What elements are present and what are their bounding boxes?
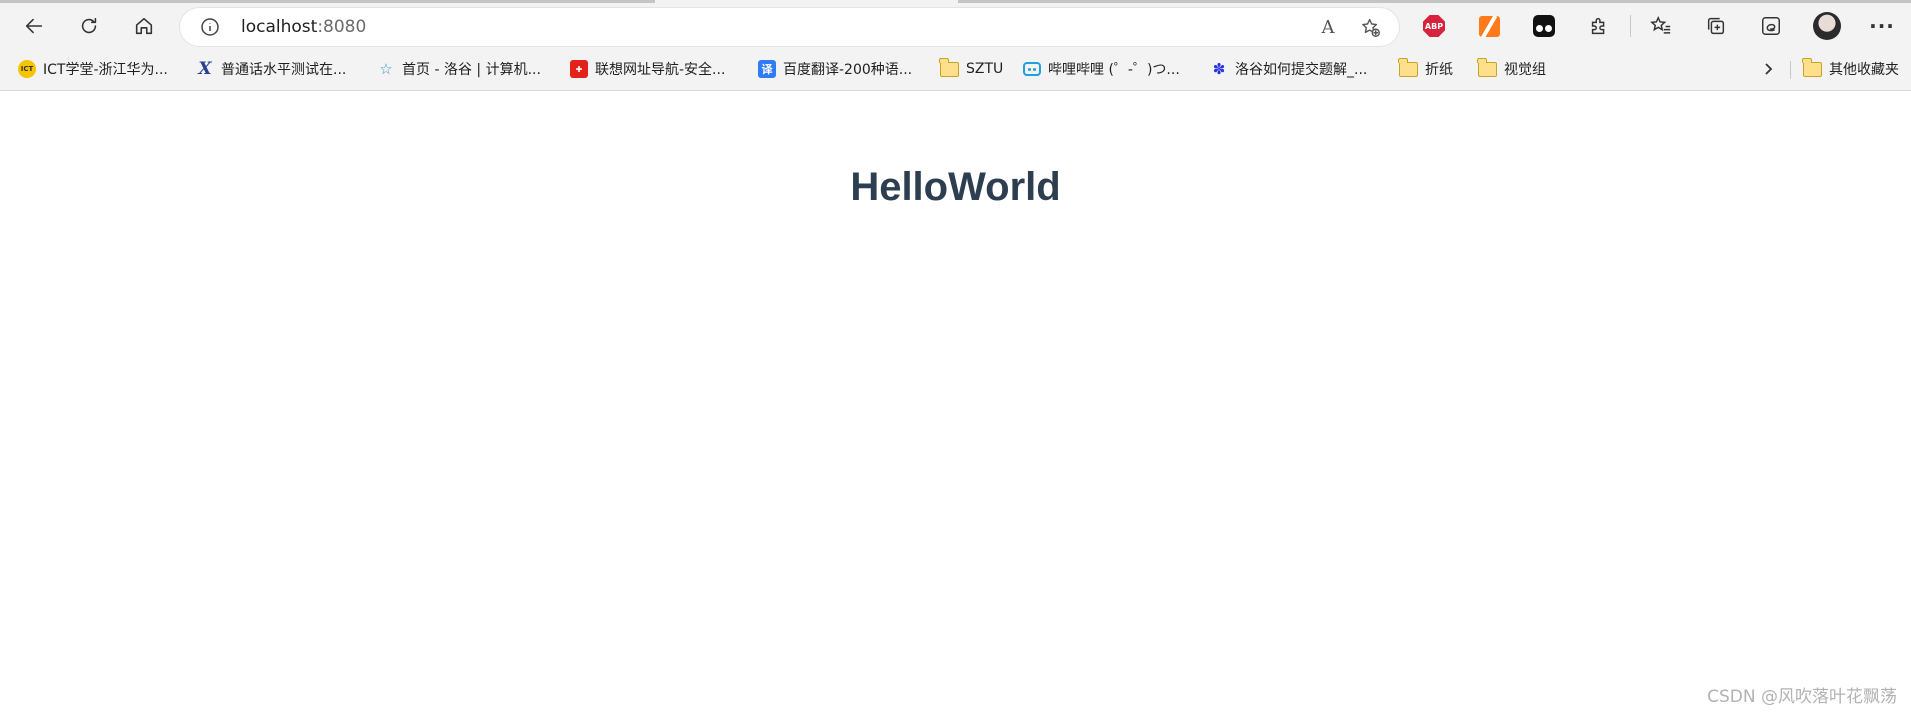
bookmark-label: 联想网址导航-安全... (595, 62, 726, 78)
orange-extension-icon (1478, 15, 1500, 37)
profile-button[interactable] (1812, 11, 1842, 41)
bookmark-label: 普通话水平测试在... (221, 62, 347, 78)
bookmarks-overflow-button[interactable] (1757, 58, 1779, 80)
folder-icon (939, 57, 959, 77)
favorites-star-icon (1650, 15, 1671, 34)
bookmark-label: 洛谷如何提交题解_... (1235, 62, 1368, 78)
back-button[interactable] (16, 8, 52, 44)
bookmark-folder-sztu[interactable]: SZTU (939, 52, 1004, 86)
avatar (1813, 12, 1841, 40)
refresh-button[interactable] (71, 8, 107, 44)
bookmark-label: 首页 - 洛谷 | 计算机... (402, 62, 541, 78)
tampermonkey-extension-button[interactable] (1529, 11, 1559, 41)
folder-icon (1398, 57, 1418, 77)
puzzle-icon (1591, 17, 1605, 35)
browser-essentials-button[interactable] (1756, 11, 1786, 41)
bookmark-label: 视觉组 (1504, 62, 1546, 78)
folder-icon (1802, 57, 1822, 77)
collections-button[interactable] (1701, 11, 1731, 41)
add-favorite-button[interactable] (1355, 12, 1385, 42)
favorites-button[interactable] (1646, 11, 1676, 41)
bookmark-luogu-solution[interactable]: ✽ 洛谷如何提交题解_... (1210, 52, 1368, 86)
collections-icon (1707, 17, 1725, 35)
toolbar-divider (1630, 15, 1631, 37)
edge-essentials-icon (1762, 17, 1780, 35)
page-title: HelloWorld (850, 165, 1061, 209)
home-icon (135, 17, 153, 35)
url-port: :8080 (317, 17, 367, 37)
folder-icon (1477, 57, 1497, 77)
bookmark-ict[interactable]: ICT ICT学堂-浙江华为... (18, 52, 168, 86)
bookmark-putonghua[interactable]: X 普通话水平测试在... (196, 52, 346, 86)
bookmark-other-favorites[interactable]: 其他收藏夹 (1802, 52, 1899, 86)
browser-toolbar: localhost:8080 A ABP ··· (0, 0, 1911, 52)
bookmark-lenovo[interactable]: ✚ 联想网址导航-安全... (570, 52, 725, 86)
star-plus-icon (1361, 18, 1380, 37)
bookmark-bilibili[interactable]: 哔哩哔哩 (゜-゜)つ... (1023, 52, 1180, 86)
chrome-border (0, 90, 1911, 91)
address-url[interactable]: localhost:8080 (241, 17, 366, 37)
bookmark-label: SZTU (966, 61, 1004, 77)
baidu-translate-icon: 译 (758, 60, 776, 78)
csdn-watermark: CSDN @风吹落叶花飘荡 (1707, 687, 1897, 707)
bookmark-label: 百度翻译-200种语... (783, 62, 913, 78)
settings-menu-button[interactable]: ··· (1867, 11, 1897, 41)
lenovo-icon: ✚ (570, 60, 588, 78)
bookmark-label: 折纸 (1425, 62, 1453, 78)
bookmark-label: ICT学堂-浙江华为... (43, 62, 168, 78)
baidu-paw-icon: ✽ (1212, 60, 1226, 78)
back-arrow-icon (25, 18, 43, 34)
bookmark-label: 哔哩哔哩 (゜-゜)つ... (1048, 62, 1180, 78)
adblock-extension-button[interactable]: ABP (1419, 11, 1449, 41)
ict-icon: ICT (18, 60, 36, 78)
bookmark-label: 其他收藏夹 (1829, 62, 1899, 78)
more-options-icon: ··· (1869, 14, 1895, 38)
bookmark-folder-origami[interactable]: 折纸 (1398, 52, 1453, 86)
browser-chrome: localhost:8080 A ABP ··· ICT ICT学堂-浙江华为.… (0, 0, 1911, 91)
bookmark-luogu-home[interactable]: ☆ 首页 - 洛谷 | 计算机... (377, 52, 541, 86)
extensions-button[interactable] (1584, 11, 1614, 41)
site-info-icon[interactable] (200, 17, 220, 37)
home-button[interactable] (126, 8, 162, 44)
bookmark-baidu-translate[interactable]: 译 百度翻译-200种语... (758, 52, 912, 86)
bookmarks-divider (1790, 61, 1791, 79)
luogu-icon: ☆ (379, 60, 393, 78)
bookmarks-bar: ICT ICT学堂-浙江华为... X 普通话水平测试在... ☆ 首页 - 洛… (0, 52, 1911, 90)
bookmark-folder-vision-group[interactable]: 视觉组 (1477, 52, 1546, 86)
chevron-right-icon (1765, 63, 1773, 75)
read-aloud-button[interactable]: A (1313, 12, 1343, 42)
read-aloud-icon: A (1321, 16, 1335, 38)
tampermonkey-icon (1533, 15, 1555, 37)
address-bar[interactable]: localhost:8080 A (180, 8, 1399, 46)
x-logo-icon: X (198, 59, 212, 79)
orange-extension-button[interactable] (1474, 11, 1504, 41)
url-host: localhost (241, 17, 318, 37)
refresh-icon (81, 17, 97, 34)
bilibili-icon (1023, 62, 1041, 76)
adblock-icon: ABP (1423, 15, 1445, 37)
